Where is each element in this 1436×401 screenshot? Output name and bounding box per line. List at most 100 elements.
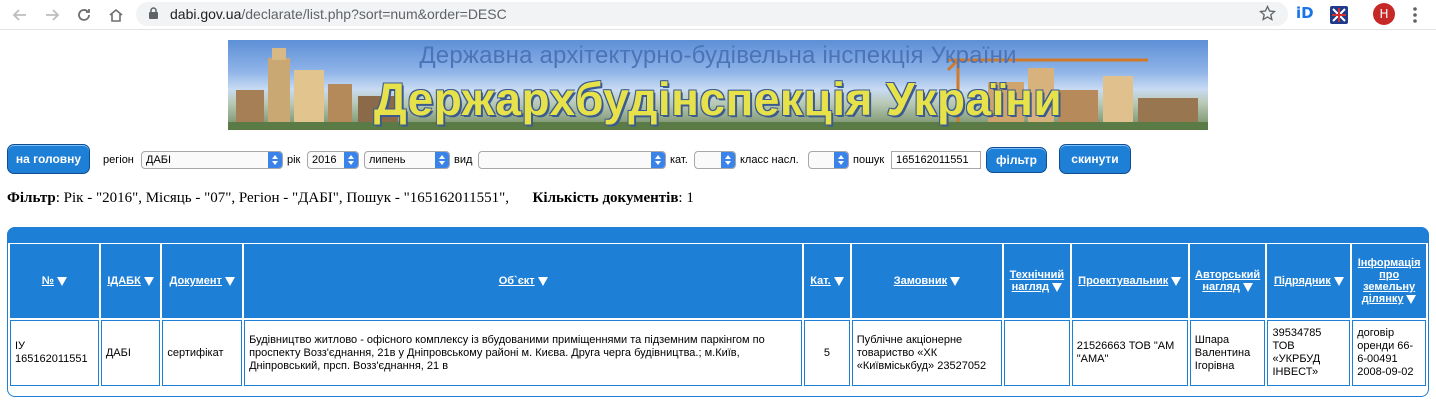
sort-desc-icon[interactable] — [1242, 282, 1253, 292]
browser-toolbar: dabi.gov.ua/declarate/list.php?sort=num&… — [0, 0, 1436, 30]
extension-id-icon[interactable]: iD — [1296, 4, 1318, 26]
document-count-value: : 1 — [678, 190, 694, 206]
col-header-idabk[interactable]: ІДАБК — [100, 244, 161, 318]
sort-desc-icon[interactable] — [1171, 276, 1182, 286]
kebab-menu-icon[interactable] — [1410, 5, 1420, 25]
col-header-contractor-label[interactable]: Підрядник — [1274, 275, 1331, 287]
col-header-tech-label-2[interactable]: нагляд — [1012, 281, 1049, 293]
col-header-category[interactable]: Кат. — [804, 244, 850, 318]
declarations-table-container: № ІДАБК Документ Об`єкт Кат. Замовник Те… — [7, 227, 1429, 397]
document-count-label: Кількість документів — [532, 190, 679, 206]
address-bar[interactable]: dabi.gov.ua/declarate/list.php?sort=num&… — [136, 2, 1288, 26]
declarations-table: № ІДАБК Документ Об`єкт Кат. Замовник Те… — [8, 242, 1428, 388]
sort-desc-icon[interactable] — [57, 276, 68, 286]
lock-icon[interactable] — [148, 7, 159, 23]
col-header-category-label[interactable]: Кат. — [810, 275, 830, 287]
cell-customer: Публічне акціонерне товариство «ХК «Київ… — [851, 320, 1003, 386]
cell-author-supervision: Шпара Валентина Ігорівна — [1189, 320, 1266, 386]
home-button[interactable]: на головну — [7, 144, 90, 174]
chevron-updown-icon — [268, 152, 282, 168]
url-host: dabi.gov.ua — [170, 6, 242, 22]
region-select-value: ДАБІ — [146, 154, 172, 166]
bookmark-star-icon[interactable] — [1258, 4, 1277, 25]
sort-desc-icon[interactable] — [1333, 276, 1344, 286]
col-header-idabk-label[interactable]: ІДАБК — [107, 275, 140, 287]
sort-desc-icon[interactable] — [833, 276, 844, 286]
col-header-designer-label[interactable]: Проектувальник — [1078, 275, 1168, 287]
reset-button[interactable]: скинути — [1059, 144, 1131, 174]
col-header-num-label[interactable]: № — [42, 275, 54, 287]
profile-initial: H — [1379, 7, 1389, 21]
filter-summary: Фільтр: Рік - "2016", Місяць - "07", Рег… — [7, 190, 694, 207]
filter-summary-text: : Рік - "2016", Місяць - "07", Регіон - … — [55, 190, 510, 206]
sort-desc-icon[interactable] — [143, 276, 154, 286]
profile-avatar[interactable]: H — [1373, 3, 1395, 25]
col-header-land-label-3[interactable]: земельну — [1363, 281, 1415, 293]
url-text[interactable]: dabi.gov.ua/declarate/list.php?sort=num&… — [170, 6, 507, 22]
cell-document: сертифікат — [162, 320, 243, 386]
region-select[interactable]: ДАБІ — [141, 151, 283, 169]
col-header-tech-supervision[interactable]: Технічний нагляд — [1004, 244, 1070, 318]
col-header-object[interactable]: Об`єкт — [244, 244, 803, 318]
col-header-tech-label-1[interactable]: Технічний — [1010, 269, 1065, 281]
sort-desc-icon[interactable] — [1406, 294, 1417, 304]
year-label: рік — [287, 154, 301, 166]
cell-object: Будівництво житлово - офісного комплексу… — [244, 320, 803, 386]
kind-label: вид — [454, 154, 473, 166]
year-select-value: 2016 — [312, 154, 337, 166]
table-row: ІУ 165162011551 ДАБІ сертифікат Будівниц… — [10, 320, 1426, 386]
col-header-author-label-2[interactable]: нагляд — [1202, 281, 1239, 293]
chevron-updown-icon — [651, 152, 665, 168]
kind-select[interactable] — [478, 151, 666, 169]
cell-category: 5 — [804, 320, 850, 386]
col-header-document[interactable]: Документ — [162, 244, 243, 318]
chevron-updown-icon — [344, 152, 358, 168]
col-header-customer-label[interactable]: Замовник — [894, 275, 947, 287]
filter-button[interactable]: фільтр — [986, 147, 1047, 173]
chevron-updown-icon — [721, 152, 735, 168]
col-header-document-label[interactable]: Документ — [169, 275, 221, 287]
home-icon[interactable] — [104, 3, 128, 27]
extension-flag-icon[interactable] — [1330, 6, 1348, 24]
col-header-designer[interactable]: Проектувальник — [1071, 244, 1188, 318]
col-header-num[interactable]: № — [10, 244, 99, 318]
url-path: /declarate/list.php?sort=num&order=DESC — [241, 6, 507, 22]
col-header-contractor[interactable]: Підрядник — [1267, 244, 1351, 318]
reload-icon[interactable] — [72, 3, 96, 27]
cell-contractor: 39534785 ТОВ «УКРБУД ІНВЕСТ» — [1267, 320, 1351, 386]
year-select[interactable]: 2016 — [307, 151, 359, 169]
table-top-bar — [7, 227, 1429, 243]
banner-title: Держархбудінспекція України — [373, 73, 1063, 125]
month-select-value: липень — [369, 154, 406, 166]
cell-land-info: договір оренди 66-6-00491 2008-09-02 — [1352, 320, 1426, 386]
col-header-land-info[interactable]: Інформація про земельну ділянку — [1352, 244, 1426, 318]
class-select[interactable] — [808, 151, 849, 169]
table-header-row: № ІДАБК Документ Об`єкт Кат. Замовник Те… — [10, 244, 1426, 318]
col-header-land-label-2[interactable]: про — [1379, 269, 1399, 281]
cell-designer: 21526663 ТОВ "АМ "АМА" — [1071, 320, 1188, 386]
search-label: пошук — [853, 154, 885, 166]
back-arrow-icon[interactable] — [8, 3, 32, 27]
col-header-land-label-4[interactable]: ділянку — [1362, 293, 1404, 305]
col-header-author-label-1[interactable]: Авторський — [1195, 269, 1260, 281]
banner-subtitle: Державна архітектурно-будівельна інспекц… — [419, 42, 1017, 69]
sort-desc-icon[interactable] — [537, 276, 548, 286]
category-label: кат. — [670, 154, 688, 166]
col-header-land-label-1[interactable]: Інформація — [1358, 257, 1421, 269]
search-input[interactable]: 165162011551 — [891, 151, 981, 169]
cell-idabk: ДАБІ — [100, 320, 161, 386]
category-select[interactable] — [694, 151, 736, 169]
month-select[interactable]: липень — [364, 151, 450, 169]
region-label: регіон — [103, 154, 134, 166]
col-header-customer[interactable]: Замовник — [851, 244, 1003, 318]
forward-arrow-icon[interactable] — [40, 3, 64, 27]
sort-desc-icon[interactable] — [224, 276, 235, 286]
chevron-updown-icon — [435, 152, 449, 168]
sort-desc-icon[interactable] — [1052, 282, 1063, 292]
col-header-author-supervision[interactable]: Авторський нагляд — [1189, 244, 1266, 318]
col-header-object-label[interactable]: Об`єкт — [499, 275, 535, 287]
filter-summary-label: Фільтр — [7, 190, 56, 206]
class-label: класс насл. — [740, 154, 799, 166]
sort-desc-icon[interactable] — [950, 276, 961, 286]
cell-tech-supervision — [1004, 320, 1070, 386]
